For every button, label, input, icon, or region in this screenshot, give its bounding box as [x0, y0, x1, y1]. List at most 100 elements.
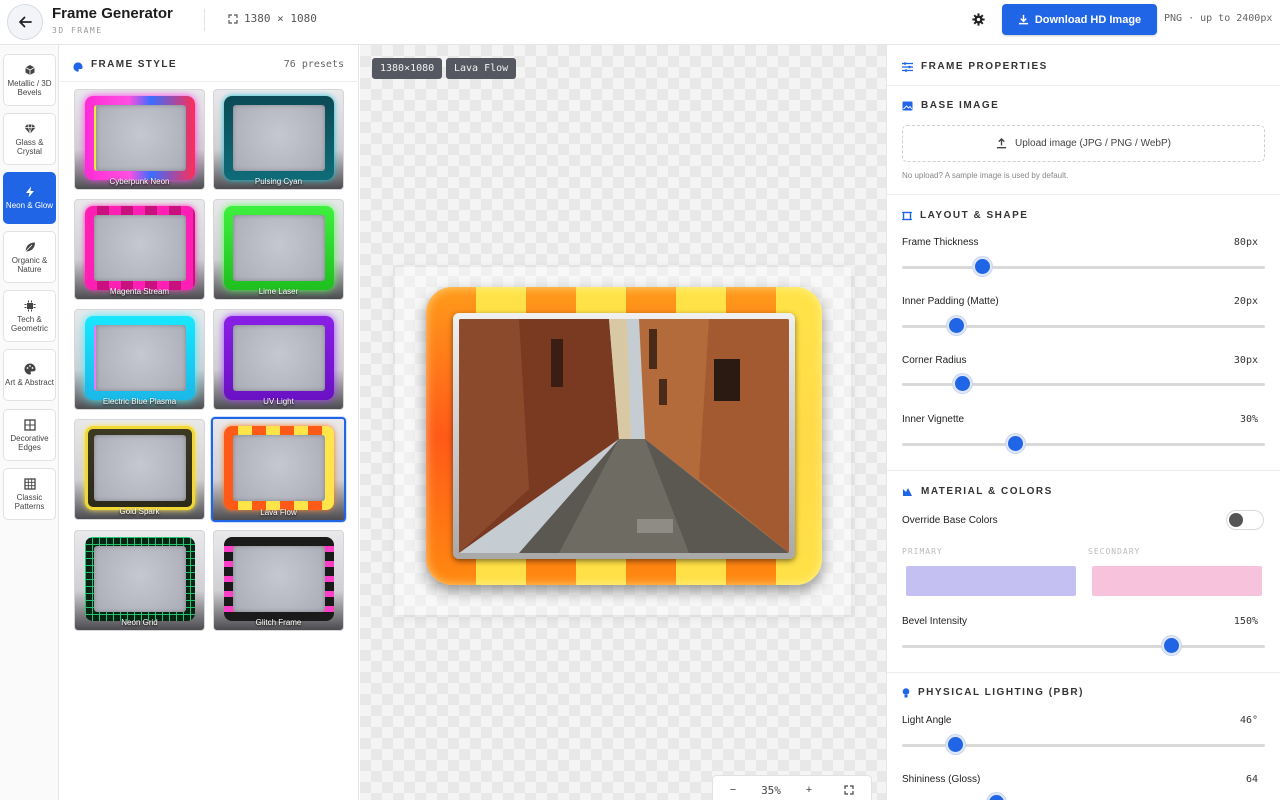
slider-thumb[interactable]: [972, 257, 992, 276]
slider-thumb[interactable]: [987, 793, 1007, 800]
secondary-color-swatch[interactable]: [1092, 566, 1262, 596]
size-chip: 1380×1080: [372, 58, 443, 79]
lighting-title: PHYSICAL LIGHTING (PBR): [918, 687, 1084, 698]
material-title: MATERIAL & COLORS: [921, 486, 1053, 497]
inner-vignette-slider[interactable]: [902, 434, 1265, 454]
lava-frame: [426, 287, 822, 585]
category-tech[interactable]: Tech & Geometric: [3, 290, 56, 342]
expand-icon: [228, 13, 238, 24]
canvas-dimensions: 1380 × 1080: [228, 12, 317, 25]
slider-thumb[interactable]: [947, 316, 967, 335]
category-metallic[interactable]: Metallic / 3D Bevels: [3, 54, 56, 106]
slider-thumb[interactable]: [1161, 636, 1181, 655]
frame-preview-matte: [233, 325, 325, 391]
bulb-icon: [902, 687, 910, 697]
back-button[interactable]: [7, 4, 43, 40]
preset-card-neon-grid[interactable]: Neon Grid: [74, 530, 205, 631]
artboard: [395, 267, 851, 615]
download-button[interactable]: Download HD Image: [1002, 4, 1157, 35]
preset-card-lava-flow[interactable]: Lava Flow: [211, 417, 346, 522]
zoom-controls: − 35% +: [712, 775, 872, 800]
divider: [887, 85, 1280, 86]
bevel-intensity-slider[interactable]: [902, 636, 1265, 656]
preview-canvas[interactable]: 1380×1080 Lava Flow − 35% +: [360, 45, 886, 800]
preset-card-lime-laser[interactable]: Lime Laser: [213, 199, 344, 300]
gear-icon: [971, 12, 985, 26]
leaf-icon: [24, 241, 36, 253]
settings-button[interactable]: [970, 11, 986, 27]
category-organic[interactable]: Organic & Nature: [3, 231, 56, 283]
preset-name: Lava Flow: [260, 508, 297, 517]
slider-thumb[interactable]: [1005, 434, 1025, 453]
layout-header: LAYOUT & SHAPE: [902, 210, 1028, 221]
primary-label: PRIMARY: [902, 547, 943, 556]
zoom-out-button[interactable]: −: [713, 784, 753, 796]
frame-thickness-value: 80px: [1233, 237, 1258, 248]
category-classic[interactable]: Classic Patterns: [3, 468, 56, 520]
frame-preview-matte: [94, 325, 186, 391]
preset-card-gold-spark[interactable]: Gold Spark: [74, 419, 205, 520]
preset-name: Magenta Stream: [109, 287, 170, 296]
category-label: Classic Patterns: [14, 492, 45, 511]
corner-radius-slider[interactable]: [902, 374, 1265, 394]
frame-preview-matte: [233, 215, 325, 281]
preset-name: Gold Spark: [119, 507, 160, 516]
preset-name: Glitch Frame: [255, 618, 302, 627]
light-angle-slider[interactable]: [902, 735, 1265, 755]
corner-radius-label: Corner Radius: [902, 355, 967, 366]
cube-icon: [24, 64, 36, 76]
preset-card-magenta-stream[interactable]: Magenta Stream: [74, 199, 205, 300]
override-colors-toggle[interactable]: [1226, 510, 1264, 530]
toggle-knob: [1229, 513, 1243, 527]
slider-thumb[interactable]: [952, 374, 972, 393]
preset-panel-title: FRAME STYLE: [91, 59, 177, 70]
fullscreen-button[interactable]: [829, 785, 869, 795]
preset-name: Pulsing Cyan: [254, 177, 303, 186]
corner-radius-value: 30px: [1233, 355, 1258, 366]
category-rail: Metallic / 3D Bevels Glass & Crystal Neo…: [0, 45, 59, 800]
upload-image-button[interactable]: Upload image (JPG / PNG / WebP): [902, 125, 1265, 162]
slider-thumb[interactable]: [945, 735, 965, 754]
category-decorative[interactable]: Decorative Edges: [3, 409, 56, 461]
shininess-slider[interactable]: [902, 793, 1265, 800]
preset-card-glitch-frame[interactable]: Glitch Frame: [213, 530, 344, 631]
category-label: Neon & Glow: [5, 201, 54, 210]
frame-preview-matte: [94, 215, 186, 281]
divider: [887, 194, 1280, 195]
paint-icon: [903, 487, 912, 496]
preset-card-uv-light[interactable]: UV Light: [213, 309, 344, 410]
inner-padding-slider[interactable]: [902, 316, 1265, 336]
category-glass[interactable]: Glass & Crystal: [3, 113, 56, 165]
preset-name: UV Light: [263, 397, 294, 406]
preset-card-cyberpunk-neon[interactable]: Cyberpunk Neon: [74, 89, 205, 190]
frame-preview: [85, 96, 195, 180]
app-header: Frame Generator 3D FRAME 1380 × 1080 Dow…: [0, 0, 1280, 45]
chip-icon: [24, 300, 36, 312]
category-label: Metallic / 3D Bevels: [7, 78, 52, 97]
frame-preview: [85, 316, 195, 400]
slider-track: [902, 443, 1265, 446]
preset-card-pulsing-cyan[interactable]: Pulsing Cyan: [213, 89, 344, 190]
override-colors-label: Override Base Colors: [902, 515, 998, 526]
frame-preview: [224, 537, 334, 621]
primary-color-swatch[interactable]: [906, 566, 1076, 596]
zoom-in-button[interactable]: +: [789, 784, 829, 796]
preset-card-electric-blue-plasma[interactable]: Electric Blue Plasma: [74, 309, 205, 410]
frame-icon: [902, 211, 912, 220]
dimensions-text: 1380 × 1080: [244, 12, 317, 25]
inner-vignette-value: 30%: [1239, 414, 1258, 425]
category-art[interactable]: Art & Abstract: [3, 349, 56, 401]
category-neon[interactable]: Neon & Glow: [3, 172, 56, 224]
light-angle-value: 46°: [1239, 715, 1258, 726]
image-icon: [902, 101, 913, 110]
upload-icon: [996, 138, 1007, 149]
shininess-value: 64: [1245, 774, 1258, 785]
download-label: Download HD Image: [1034, 13, 1142, 26]
secondary-label: SECONDARY: [1088, 547, 1141, 556]
frame-thickness-slider[interactable]: [902, 257, 1265, 277]
preset-panel: FRAME STYLE 76 presets Cyberpunk Neon Pu…: [60, 45, 359, 800]
inner-padding-value: 20px: [1233, 296, 1258, 307]
frame-preview: [85, 206, 195, 290]
border-grid-icon: [23, 418, 36, 431]
palette-icon: [24, 363, 36, 375]
